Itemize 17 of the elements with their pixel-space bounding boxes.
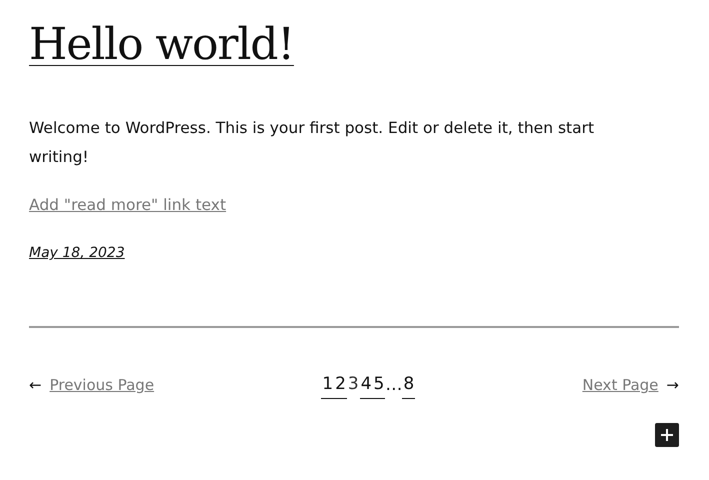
post-date[interactable]: May 18, 2023 xyxy=(29,243,125,264)
read-more-link[interactable]: Add "read more" link text xyxy=(29,194,226,218)
add-block-button[interactable] xyxy=(655,422,679,447)
page-number-link[interactable]: 5 xyxy=(372,372,386,399)
pagination-ellipsis: … xyxy=(385,374,402,397)
left-arrow-icon: ← xyxy=(29,374,42,397)
page-number-link[interactable]: 3 xyxy=(346,372,360,399)
right-arrow-icon: → xyxy=(666,374,679,397)
page-number-link[interactable]: 4 xyxy=(360,372,373,399)
page-number-link[interactable]: 1 xyxy=(321,372,334,399)
plus-icon xyxy=(659,426,675,443)
post-title[interactable]: Hello world! xyxy=(29,14,294,76)
previous-page-link[interactable]: Previous Page xyxy=(50,374,154,397)
next-page-link[interactable]: Next Page xyxy=(582,374,658,397)
page-number-link[interactable]: 8 xyxy=(402,372,416,399)
page-number-link[interactable]: 2 xyxy=(334,372,347,399)
post-excerpt: Welcome to WordPress. This is your first post. Edit or delete it, then start writing! xyxy=(29,118,596,168)
